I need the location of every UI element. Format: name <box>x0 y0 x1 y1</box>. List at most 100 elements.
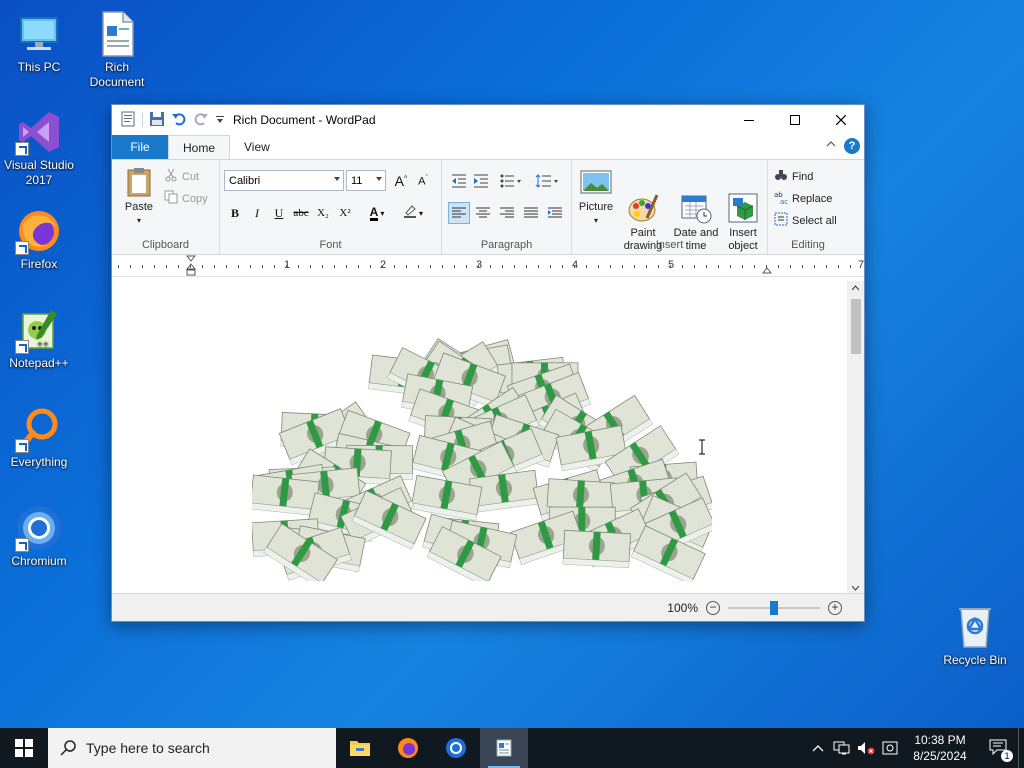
insert-object-icon <box>727 179 759 223</box>
money-stack-image[interactable] <box>252 336 712 581</box>
ruler-tick <box>610 265 611 268</box>
desktop-icon-visual-studio[interactable]: Visual Studio 2017 <box>1 108 77 188</box>
paragraph-group: Paragraph <box>442 160 572 254</box>
desktop-icon-this-pc[interactable]: This PC <box>1 10 77 75</box>
taskbar-file-explorer[interactable] <box>336 728 384 768</box>
action-center-button[interactable]: 1 <box>978 739 1018 762</box>
desktop-icon-rich-document[interactable]: Rich Document <box>79 10 155 90</box>
zoom-slider-thumb[interactable] <box>770 600 778 615</box>
paint-drawing-button[interactable]: Paint drawing <box>620 166 666 266</box>
ruler-tick <box>694 265 695 268</box>
text-cursor-icon <box>698 439 706 458</box>
firefox-icon <box>15 207 63 255</box>
document-icon <box>93 10 141 58</box>
ruler-tick <box>394 265 395 268</box>
right-indent-marker[interactable] <box>761 263 773 277</box>
ruler-tick <box>514 265 515 268</box>
date-time-button[interactable]: Date and time <box>670 166 722 266</box>
title-bar[interactable]: Rich Document - WordPad <box>112 105 864 135</box>
picture-button[interactable]: Picture ▾ <box>576 166 616 227</box>
start-button[interactable] <box>0 728 48 768</box>
zoom-slider[interactable] <box>728 600 820 615</box>
copy-button[interactable]: Copy <box>164 190 208 207</box>
desktop-icon-firefox[interactable]: Firefox <box>1 207 77 272</box>
line-spacing-button[interactable] <box>532 170 562 192</box>
underline-button[interactable]: U <box>268 202 290 224</box>
taskbar-search-box[interactable]: Type here to search <box>48 728 336 768</box>
volume-muted-icon[interactable] <box>854 741 878 755</box>
bullet-list-button[interactable] <box>496 170 526 192</box>
status-bar: 100% − + <box>112 593 864 621</box>
vertical-scrollbar[interactable] <box>847 281 864 595</box>
decrease-indent-button[interactable] <box>448 170 470 192</box>
ruler-tick <box>754 265 755 268</box>
show-desktop-button[interactable] <box>1018 728 1024 768</box>
taskbar-wordpad[interactable] <box>480 728 528 768</box>
font-family-select[interactable]: Calibri <box>224 170 344 191</box>
ruler-tick <box>490 265 491 268</box>
taskbar-chromium[interactable] <box>432 728 480 768</box>
document-area[interactable] <box>112 281 848 595</box>
align-right-button[interactable] <box>496 202 518 224</box>
close-button[interactable] <box>818 105 864 135</box>
align-left-button[interactable] <box>448 202 470 224</box>
notification-count-badge: 1 <box>1001 749 1013 762</box>
tab-file[interactable]: File <box>112 135 168 159</box>
italic-button[interactable]: I <box>246 202 268 224</box>
replace-label: Replace <box>792 192 833 205</box>
clock[interactable]: 10:38 PM 8/25/2024 <box>902 732 978 764</box>
ruler-tick <box>466 265 467 268</box>
customize-qat-icon[interactable] <box>215 113 225 127</box>
replace-button[interactable]: ab ac Replace <box>774 190 832 207</box>
bold-button[interactable]: B <box>224 202 246 224</box>
first-line-indent-marker[interactable] <box>185 255 197 280</box>
shortcut-arrow-icon <box>15 142 29 156</box>
redo-icon[interactable] <box>193 111 209 130</box>
ruler-tick <box>238 265 239 268</box>
select-all-button[interactable]: Select all <box>774 212 837 229</box>
increase-indent-button[interactable] <box>470 170 492 192</box>
desktop-icon-notepad-plus-plus[interactable]: ++ Notepad++ <box>1 306 77 371</box>
highlight-color-button[interactable]: ▾ <box>398 202 428 224</box>
insert-group-label: Insert <box>655 239 684 251</box>
desktop-icon-everything[interactable]: Everything <box>1 405 77 470</box>
undo-icon[interactable] <box>171 111 187 130</box>
taskbar-firefox[interactable] <box>384 728 432 768</box>
tab-view[interactable]: View <box>230 135 284 159</box>
maximize-button[interactable] <box>772 105 818 135</box>
collapse-ribbon-icon[interactable] <box>826 139 836 151</box>
paste-button[interactable]: Paste ▾ <box>120 166 158 227</box>
wordpad-app-icon[interactable] <box>120 111 136 130</box>
insert-object-button[interactable]: Insert object <box>722 166 764 266</box>
text-color-button[interactable]: A ▾ <box>362 202 392 224</box>
show-hidden-icons-button[interactable] <box>806 744 830 752</box>
scroll-down-arrow-icon[interactable] <box>852 584 859 591</box>
zoom-in-button[interactable]: + <box>828 600 842 615</box>
shrink-font-button[interactable]: Aˇ <box>412 170 434 192</box>
scroll-up-arrow-icon[interactable] <box>852 285 859 292</box>
superscript-button[interactable]: X² <box>334 202 356 224</box>
desktop-icon-recycle-bin[interactable]: Recycle Bin <box>937 603 1013 668</box>
network-icon[interactable] <box>830 741 854 755</box>
find-button[interactable]: Find <box>774 168 813 185</box>
strikethrough-button[interactable]: abc <box>290 202 312 224</box>
desktop-icon-chromium[interactable]: Chromium <box>1 504 77 569</box>
input-method-icon[interactable] <box>878 741 902 755</box>
help-icon[interactable]: ? <box>844 138 860 154</box>
clock-time: 10:38 PM <box>914 733 966 747</box>
ruler-tick <box>730 265 731 268</box>
zoom-out-button[interactable]: − <box>706 600 720 615</box>
paragraph-settings-button[interactable] <box>544 202 566 224</box>
scrollbar-thumb[interactable] <box>851 299 861 354</box>
minimize-button[interactable] <box>726 105 772 135</box>
cut-button[interactable]: Cut <box>164 168 199 185</box>
subscript-button[interactable]: X₂ <box>312 202 334 224</box>
align-center-button[interactable] <box>472 202 494 224</box>
grow-font-button[interactable]: A^ <box>390 170 412 192</box>
tab-home[interactable]: Home <box>168 135 231 159</box>
font-size-select[interactable]: 11 <box>346 170 386 191</box>
justify-button[interactable] <box>520 202 542 224</box>
save-icon[interactable] <box>149 111 165 130</box>
ruler[interactable]: 1 2 3 4 5 7 <box>112 255 864 277</box>
ruler-tick <box>634 265 635 268</box>
